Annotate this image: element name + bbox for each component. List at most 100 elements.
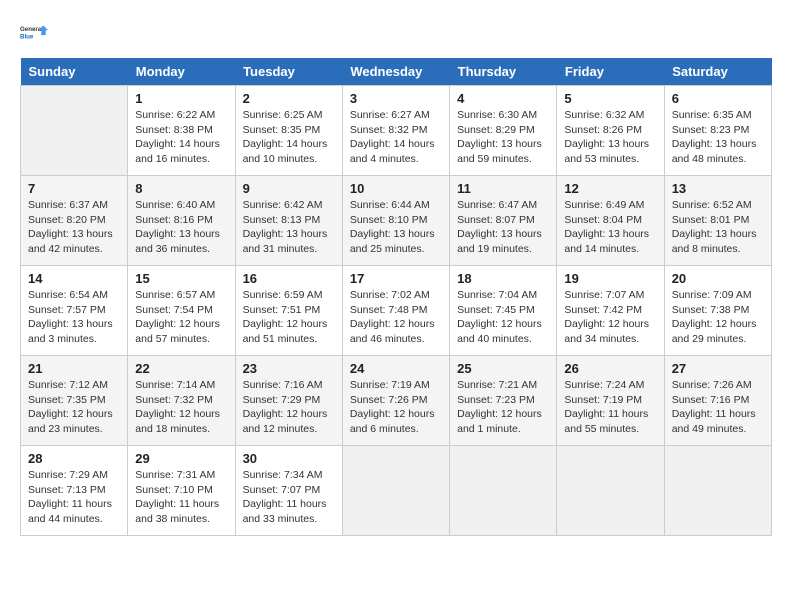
calendar-cell: 23 Sunrise: 7:16 AM Sunset: 7:29 PM Dayli… xyxy=(235,356,342,446)
calendar-cell: 27 Sunrise: 7:26 AM Sunset: 7:16 PM Dayli… xyxy=(664,356,771,446)
calendar-cell xyxy=(342,446,449,536)
svg-text:Blue: Blue xyxy=(20,33,34,40)
calendar-cell: 16 Sunrise: 6:59 AM Sunset: 7:51 PM Dayli… xyxy=(235,266,342,356)
day-number: 10 xyxy=(350,181,442,196)
calendar-cell: 4 Sunrise: 6:30 AM Sunset: 8:29 PM Daylig… xyxy=(450,86,557,176)
calendar-cell: 9Sunrise: 6:42 AM Sunset: 8:13 PM Daylig… xyxy=(235,176,342,266)
day-number: 26 xyxy=(564,361,656,376)
day-number: 15 xyxy=(135,271,227,286)
calendar-cell: 14 Sunrise: 6:54 AM Sunset: 7:57 PM Dayli… xyxy=(21,266,128,356)
calendar-cell xyxy=(557,446,664,536)
day-info: Sunrise: 7:02 AM Sunset: 7:48 PM Dayligh… xyxy=(350,288,442,347)
calendar-cell: 7 Sunrise: 6:37 AM Sunset: 8:20 PM Daylig… xyxy=(21,176,128,266)
day-info: Sunrise: 6:25 AM Sunset: 8:35 PM Dayligh… xyxy=(243,108,335,167)
day-info: Sunrise: 7:07 AM Sunset: 7:42 PM Dayligh… xyxy=(564,288,656,347)
page-header: General Blue xyxy=(20,20,772,48)
calendar-cell: 25 Sunrise: 7:21 AM Sunset: 7:23 PM Dayli… xyxy=(450,356,557,446)
day-info: Sunrise: 7:24 AM Sunset: 7:19 PM Dayligh… xyxy=(564,378,656,437)
calendar-cell: 22 Sunrise: 7:14 AM Sunset: 7:32 PM Dayli… xyxy=(128,356,235,446)
day-number: 23 xyxy=(243,361,335,376)
day-number: 2 xyxy=(243,91,335,106)
calendar-cell: 15 Sunrise: 6:57 AM Sunset: 7:54 PM Dayli… xyxy=(128,266,235,356)
day-number: 9 xyxy=(243,181,335,196)
day-info: Sunrise: 7:31 AM Sunset: 7:10 PM Dayligh… xyxy=(135,468,227,527)
logo: General Blue xyxy=(20,20,48,48)
calendar-cell: 10 Sunrise: 6:44 AM Sunset: 8:10 PM Dayli… xyxy=(342,176,449,266)
day-number: 7 xyxy=(28,181,120,196)
calendar-cell: 13 Sunrise: 6:52 AM Sunset: 8:01 PM Dayli… xyxy=(664,176,771,266)
day-number: 25 xyxy=(457,361,549,376)
day-number: 29 xyxy=(135,451,227,466)
calendar-cell: 11Sunrise: 6:47 AM Sunset: 8:07 PM Dayli… xyxy=(450,176,557,266)
day-info: Sunrise: 7:19 AM Sunset: 7:26 PM Dayligh… xyxy=(350,378,442,437)
day-number: 16 xyxy=(243,271,335,286)
logo-icon: General Blue xyxy=(20,20,48,48)
weekday-header-friday: Friday xyxy=(557,58,664,86)
day-number: 27 xyxy=(672,361,764,376)
day-info: Sunrise: 6:37 AM Sunset: 8:20 PM Dayligh… xyxy=(28,198,120,257)
day-info: Sunrise: 7:12 AM Sunset: 7:35 PM Dayligh… xyxy=(28,378,120,437)
day-info: Sunrise: 6:59 AM Sunset: 7:51 PM Dayligh… xyxy=(243,288,335,347)
calendar-cell: 8 Sunrise: 6:40 AM Sunset: 8:16 PM Daylig… xyxy=(128,176,235,266)
calendar-cell: 5 Sunrise: 6:32 AM Sunset: 8:26 PM Daylig… xyxy=(557,86,664,176)
weekday-header-sunday: Sunday xyxy=(21,58,128,86)
day-info: Sunrise: 6:32 AM Sunset: 8:26 PM Dayligh… xyxy=(564,108,656,167)
day-info: Sunrise: 6:49 AM Sunset: 8:04 PM Dayligh… xyxy=(564,198,656,257)
day-number: 3 xyxy=(350,91,442,106)
calendar-cell: 3 Sunrise: 6:27 AM Sunset: 8:32 PM Daylig… xyxy=(342,86,449,176)
day-number: 4 xyxy=(457,91,549,106)
day-number: 18 xyxy=(457,271,549,286)
day-number: 21 xyxy=(28,361,120,376)
weekday-header-wednesday: Wednesday xyxy=(342,58,449,86)
day-number: 17 xyxy=(350,271,442,286)
day-info: Sunrise: 7:09 AM Sunset: 7:38 PM Dayligh… xyxy=(672,288,764,347)
calendar-cell: 21 Sunrise: 7:12 AM Sunset: 7:35 PM Dayli… xyxy=(21,356,128,446)
day-number: 19 xyxy=(564,271,656,286)
day-number: 24 xyxy=(350,361,442,376)
day-info: Sunrise: 6:22 AM Sunset: 8:38 PM Dayligh… xyxy=(135,108,227,167)
day-number: 11 xyxy=(457,181,549,196)
day-number: 6 xyxy=(672,91,764,106)
day-info: Sunrise: 7:26 AM Sunset: 7:16 PM Dayligh… xyxy=(672,378,764,437)
day-number: 20 xyxy=(672,271,764,286)
day-info: Sunrise: 7:34 AM Sunset: 7:07 PM Dayligh… xyxy=(243,468,335,527)
calendar-cell: 17 Sunrise: 7:02 AM Sunset: 7:48 PM Dayli… xyxy=(342,266,449,356)
day-number: 5 xyxy=(564,91,656,106)
day-info: Sunrise: 7:21 AM Sunset: 7:23 PM Dayligh… xyxy=(457,378,549,437)
calendar-cell xyxy=(21,86,128,176)
day-info: Sunrise: 6:35 AM Sunset: 8:23 PM Dayligh… xyxy=(672,108,764,167)
day-info: Sunrise: 6:40 AM Sunset: 8:16 PM Dayligh… xyxy=(135,198,227,257)
day-info: Sunrise: 6:54 AM Sunset: 7:57 PM Dayligh… xyxy=(28,288,120,347)
day-info: Sunrise: 6:44 AM Sunset: 8:10 PM Dayligh… xyxy=(350,198,442,257)
calendar-cell: 6 Sunrise: 6:35 AM Sunset: 8:23 PM Daylig… xyxy=(664,86,771,176)
weekday-header-saturday: Saturday xyxy=(664,58,771,86)
calendar-cell xyxy=(664,446,771,536)
calendar-cell: 29 Sunrise: 7:31 AM Sunset: 7:10 PM Dayli… xyxy=(128,446,235,536)
calendar-cell: 2 Sunrise: 6:25 AM Sunset: 8:35 PM Daylig… xyxy=(235,86,342,176)
day-number: 1 xyxy=(135,91,227,106)
day-number: 12 xyxy=(564,181,656,196)
day-info: Sunrise: 7:14 AM Sunset: 7:32 PM Dayligh… xyxy=(135,378,227,437)
day-number: 8 xyxy=(135,181,227,196)
calendar-cell: 24 Sunrise: 7:19 AM Sunset: 7:26 PM Dayli… xyxy=(342,356,449,446)
day-number: 22 xyxy=(135,361,227,376)
weekday-header-tuesday: Tuesday xyxy=(235,58,342,86)
day-number: 14 xyxy=(28,271,120,286)
day-info: Sunrise: 6:52 AM Sunset: 8:01 PM Dayligh… xyxy=(672,198,764,257)
day-number: 28 xyxy=(28,451,120,466)
day-info: Sunrise: 6:27 AM Sunset: 8:32 PM Dayligh… xyxy=(350,108,442,167)
calendar-table: SundayMondayTuesdayWednesdayThursdayFrid… xyxy=(20,58,772,536)
day-info: Sunrise: 7:16 AM Sunset: 7:29 PM Dayligh… xyxy=(243,378,335,437)
weekday-header-thursday: Thursday xyxy=(450,58,557,86)
calendar-cell: 20 Sunrise: 7:09 AM Sunset: 7:38 PM Dayli… xyxy=(664,266,771,356)
calendar-cell: 12 Sunrise: 6:49 AM Sunset: 8:04 PM Dayli… xyxy=(557,176,664,266)
calendar-cell: 1 Sunrise: 6:22 AM Sunset: 8:38 PM Daylig… xyxy=(128,86,235,176)
day-number: 30 xyxy=(243,451,335,466)
day-info: Sunrise: 6:57 AM Sunset: 7:54 PM Dayligh… xyxy=(135,288,227,347)
day-number: 13 xyxy=(672,181,764,196)
calendar-cell xyxy=(450,446,557,536)
calendar-cell: 18 Sunrise: 7:04 AM Sunset: 7:45 PM Dayli… xyxy=(450,266,557,356)
day-info: Sunrise: 6:30 AM Sunset: 8:29 PM Dayligh… xyxy=(457,108,549,167)
day-info: Sunrise: 7:04 AM Sunset: 7:45 PM Dayligh… xyxy=(457,288,549,347)
calendar-cell: 28Sunrise: 7:29 AM Sunset: 7:13 PM Dayli… xyxy=(21,446,128,536)
